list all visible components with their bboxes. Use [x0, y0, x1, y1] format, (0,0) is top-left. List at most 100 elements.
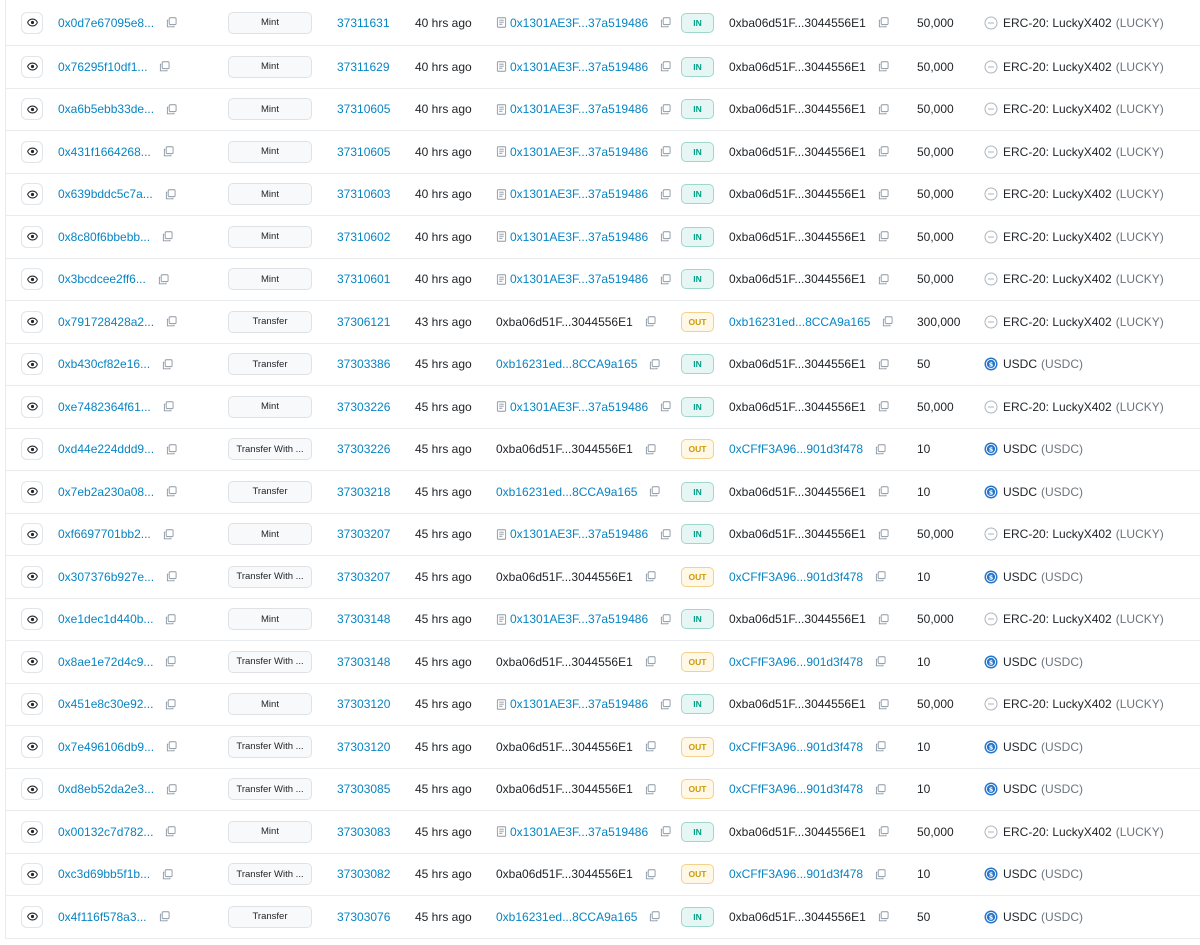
token-name[interactable]: ERC-20: LuckyX402: [1003, 187, 1112, 201]
copy-icon[interactable]: [878, 104, 889, 115]
token-name[interactable]: ERC-20: LuckyX402: [1003, 16, 1112, 30]
copy-icon[interactable]: [878, 359, 889, 370]
copy-icon[interactable]: [878, 911, 889, 922]
token-name[interactable]: ERC-20: LuckyX402: [1003, 400, 1112, 414]
token-cell[interactable]: ERC-20: LuckyX402 (LUCKY): [984, 145, 1164, 159]
to-address-link[interactable]: 0xCFfF3A96...901d3f478: [729, 655, 863, 669]
token-cell[interactable]: ERC-20: LuckyX402 (LUCKY): [984, 230, 1164, 244]
copy-icon[interactable]: [660, 104, 671, 115]
block-link[interactable]: 37311629: [337, 60, 390, 74]
from-address-link[interactable]: 0x1301AE3F...37a519486: [510, 527, 648, 541]
copy-icon[interactable]: [878, 189, 889, 200]
view-details-button[interactable]: [21, 438, 43, 461]
token-cell[interactable]: $ USDC (USDC): [984, 655, 1083, 669]
txn-hash-link[interactable]: 0x3bcdcee2ff6...: [58, 272, 146, 286]
copy-icon[interactable]: [165, 656, 176, 667]
token-name[interactable]: ERC-20: LuckyX402: [1003, 697, 1112, 711]
txn-hash-link[interactable]: 0xe7482364f61...: [58, 400, 151, 414]
block-link[interactable]: 37310605: [337, 102, 390, 116]
view-details-button[interactable]: [21, 11, 43, 34]
token-name[interactable]: USDC: [1003, 357, 1037, 371]
from-address-link[interactable]: 0x1301AE3F...37a519486: [510, 102, 648, 116]
from-address-link[interactable]: 0x1301AE3F...37a519486: [510, 697, 648, 711]
token-name[interactable]: ERC-20: LuckyX402: [1003, 60, 1112, 74]
copy-icon[interactable]: [878, 614, 889, 625]
copy-icon[interactable]: [163, 401, 174, 412]
copy-icon[interactable]: [163, 529, 174, 540]
copy-icon[interactable]: [645, 784, 656, 795]
copy-icon[interactable]: [649, 486, 660, 497]
token-cell[interactable]: $ USDC (USDC): [984, 740, 1083, 754]
from-address-link[interactable]: 0xba06d51F...3044556E1: [496, 442, 633, 456]
copy-icon[interactable]: [166, 444, 177, 455]
block-link[interactable]: 37303148: [337, 612, 390, 626]
to-address-link[interactable]: 0xba06d51F...3044556E1: [729, 230, 866, 244]
txn-hash-link[interactable]: 0x7e496106db9...: [58, 740, 154, 754]
to-address-link[interactable]: 0xba06d51F...3044556E1: [729, 527, 866, 541]
txn-hash-link[interactable]: 0x76295f10df1...: [58, 60, 147, 74]
txn-hash-link[interactable]: 0xd8eb52da2e3...: [58, 782, 154, 796]
token-cell[interactable]: ERC-20: LuckyX402 (LUCKY): [984, 612, 1164, 626]
block-link[interactable]: 37303120: [337, 740, 390, 754]
txn-hash-link[interactable]: 0xf6697701bb2...: [58, 527, 151, 541]
token-cell[interactable]: $ USDC (USDC): [984, 357, 1083, 371]
to-address-link[interactable]: 0xba06d51F...3044556E1: [729, 272, 866, 286]
copy-icon[interactable]: [649, 359, 660, 370]
view-details-button[interactable]: [21, 480, 43, 503]
block-link[interactable]: 37303148: [337, 655, 390, 669]
block-link[interactable]: 37303120: [337, 697, 390, 711]
copy-icon[interactable]: [645, 316, 656, 327]
from-address-link[interactable]: 0x1301AE3F...37a519486: [510, 825, 648, 839]
block-link[interactable]: 37303226: [337, 400, 390, 414]
copy-icon[interactable]: [878, 826, 889, 837]
copy-icon[interactable]: [162, 869, 173, 880]
view-details-button[interactable]: [21, 98, 43, 121]
copy-icon[interactable]: [660, 146, 671, 157]
txn-hash-link[interactable]: 0x791728428a2...: [58, 315, 154, 329]
token-name[interactable]: USDC: [1003, 782, 1037, 796]
copy-icon[interactable]: [878, 146, 889, 157]
copy-icon[interactable]: [158, 274, 169, 285]
token-cell[interactable]: $ USDC (USDC): [984, 867, 1083, 881]
txn-hash-link[interactable]: 0xb430cf82e16...: [58, 357, 150, 371]
token-name[interactable]: ERC-20: LuckyX402: [1003, 315, 1112, 329]
to-address-link[interactable]: 0xba06d51F...3044556E1: [729, 400, 866, 414]
txn-hash-link[interactable]: 0xe1dec1d440b...: [58, 612, 153, 626]
view-details-button[interactable]: [21, 183, 43, 206]
from-address-link[interactable]: 0x1301AE3F...37a519486: [510, 400, 648, 414]
from-address-link[interactable]: 0xba06d51F...3044556E1: [496, 867, 633, 881]
copy-icon[interactable]: [163, 146, 174, 157]
view-details-button[interactable]: [21, 778, 43, 801]
view-details-button[interactable]: [21, 140, 43, 163]
token-cell[interactable]: ERC-20: LuckyX402 (LUCKY): [984, 697, 1164, 711]
view-details-button[interactable]: [21, 523, 43, 546]
copy-icon[interactable]: [645, 869, 656, 880]
copy-icon[interactable]: [660, 699, 671, 710]
token-cell[interactable]: ERC-20: LuckyX402 (LUCKY): [984, 272, 1164, 286]
copy-icon[interactable]: [878, 699, 889, 710]
token-name[interactable]: ERC-20: LuckyX402: [1003, 825, 1112, 839]
block-link[interactable]: 37303386: [337, 357, 390, 371]
txn-hash-link[interactable]: 0x431f1664268...: [58, 145, 151, 159]
copy-icon[interactable]: [166, 104, 177, 115]
copy-icon[interactable]: [878, 274, 889, 285]
block-link[interactable]: 37303218: [337, 485, 390, 499]
block-link[interactable]: 37303226: [337, 442, 390, 456]
token-cell[interactable]: $ USDC (USDC): [984, 485, 1083, 499]
from-address-link[interactable]: 0xba06d51F...3044556E1: [496, 740, 633, 754]
copy-icon[interactable]: [875, 444, 886, 455]
view-details-button[interactable]: [21, 565, 43, 588]
from-address-link[interactable]: 0xba06d51F...3044556E1: [496, 655, 633, 669]
token-cell[interactable]: ERC-20: LuckyX402 (LUCKY): [984, 825, 1164, 839]
view-details-button[interactable]: [21, 395, 43, 418]
token-name[interactable]: USDC: [1003, 570, 1037, 584]
view-details-button[interactable]: [21, 608, 43, 631]
token-cell[interactable]: $ USDC (USDC): [984, 442, 1083, 456]
to-address-link[interactable]: 0xba06d51F...3044556E1: [729, 485, 866, 499]
block-link[interactable]: 37303085: [337, 782, 390, 796]
copy-icon[interactable]: [660, 401, 671, 412]
block-link[interactable]: 37310601: [337, 272, 390, 286]
copy-icon[interactable]: [875, 869, 886, 880]
copy-icon[interactable]: [165, 614, 176, 625]
token-name[interactable]: USDC: [1003, 867, 1037, 881]
